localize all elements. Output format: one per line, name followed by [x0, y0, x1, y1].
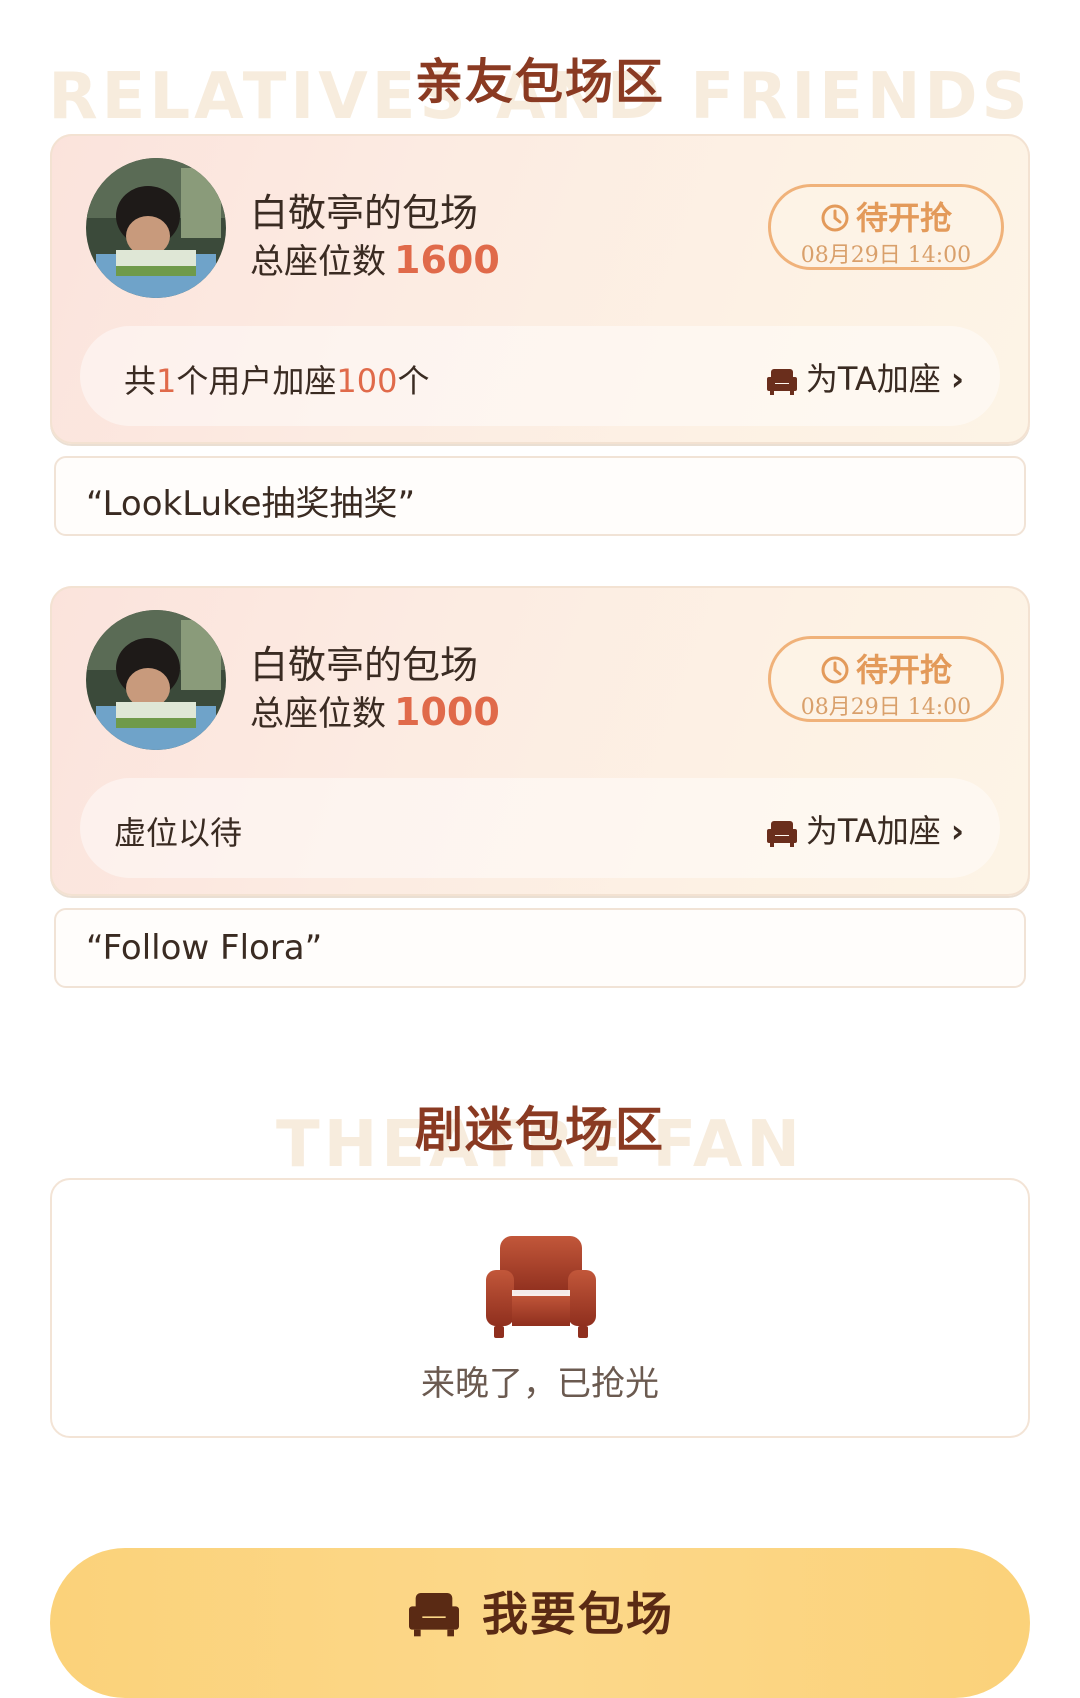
section-title: 亲友包场区 [414, 54, 665, 110]
booking-note: “Follow Flora” [54, 908, 1026, 988]
seat-count: 总座位数 1600 [250, 234, 500, 283]
sofa-icon [486, 1236, 596, 1338]
status-time: 08月29日 14:00 [800, 243, 972, 268]
add-users: 1 [156, 362, 177, 400]
add-seat-link-label: 为TA加座 [805, 812, 941, 850]
booking-note-text: “Follow Flora” [86, 928, 323, 968]
sofa-icon [766, 369, 797, 395]
sofa-icon [766, 821, 797, 847]
avatar[interactable] [86, 610, 226, 750]
status-label-row: 待开抢 [771, 645, 1001, 691]
page: RELATIVES AND FRIENDS 亲友包场区 白敬亭的包场 总座位数 1… [0, 0, 1080, 1698]
add-seat-summary: 虚位以待 [114, 814, 243, 852]
clock-icon [821, 656, 849, 684]
cta-content: 我要包场 [50, 1578, 1030, 1644]
chevron-right-icon: › [950, 812, 964, 850]
seat-label: 总座位数 [250, 242, 386, 282]
empty-message: 来晚了，已抢光 [421, 1364, 659, 1404]
host-name: 白敬亭的包场 [250, 643, 479, 687]
add-seat-link[interactable]: 为TA加座 › [766, 354, 964, 400]
add-middle: 个用户加座 [176, 362, 337, 400]
seat-number: 1000 [394, 690, 500, 734]
status-pill[interactable]: 待开抢 08月29日 14:00 [768, 184, 1004, 270]
cta-label: 我要包场 [482, 1587, 674, 1641]
seat-label: 总座位数 [250, 694, 386, 734]
seat-count: 总座位数 1000 [250, 686, 500, 735]
add-suffix: 个 [397, 362, 430, 400]
section-title: 剧迷包场区 [414, 1102, 665, 1158]
book-theatre-button[interactable]: 我要包场 [50, 1548, 1030, 1698]
sofa-icon [409, 1593, 459, 1637]
add-seat-summary: 共1个用户加座100个 [124, 356, 429, 402]
add-prefix: 共 [124, 362, 157, 400]
status-pill[interactable]: 待开抢 08月29日 14:00 [768, 636, 1004, 722]
add-count: 100 [336, 362, 398, 400]
seat-number: 1600 [394, 238, 500, 282]
booking-card[interactable]: 白敬亭的包场 总座位数 1600 待开抢 08月29日 14:00 共1个用户加座… [50, 134, 1030, 444]
booking-note-text: “LookLuke抽奖抽奖” [86, 484, 416, 524]
status-label: 待开抢 [855, 651, 952, 689]
status-label: 待开抢 [855, 199, 952, 237]
add-seat-link[interactable]: 为TA加座 › [766, 806, 964, 852]
clock-icon [821, 204, 849, 232]
add-seat-link-label: 为TA加座 [805, 360, 941, 398]
status-time: 08月29日 14:00 [800, 695, 972, 720]
status-label-row: 待开抢 [771, 193, 1001, 239]
booking-note: “LookLuke抽奖抽奖” [54, 456, 1026, 536]
chevron-right-icon: › [950, 360, 964, 398]
add-seat-row[interactable]: 共1个用户加座100个 为TA加座 › [80, 326, 1000, 426]
fan-empty-state: 来晚了，已抢光 [50, 1178, 1030, 1438]
host-name: 白敬亭的包场 [250, 191, 479, 235]
avatar[interactable] [86, 158, 226, 298]
booking-card[interactable]: 白敬亭的包场 总座位数 1000 待开抢 08月29日 14:00 虚位以待 为… [50, 586, 1030, 896]
add-seat-row[interactable]: 虚位以待 为TA加座 › [80, 778, 1000, 878]
